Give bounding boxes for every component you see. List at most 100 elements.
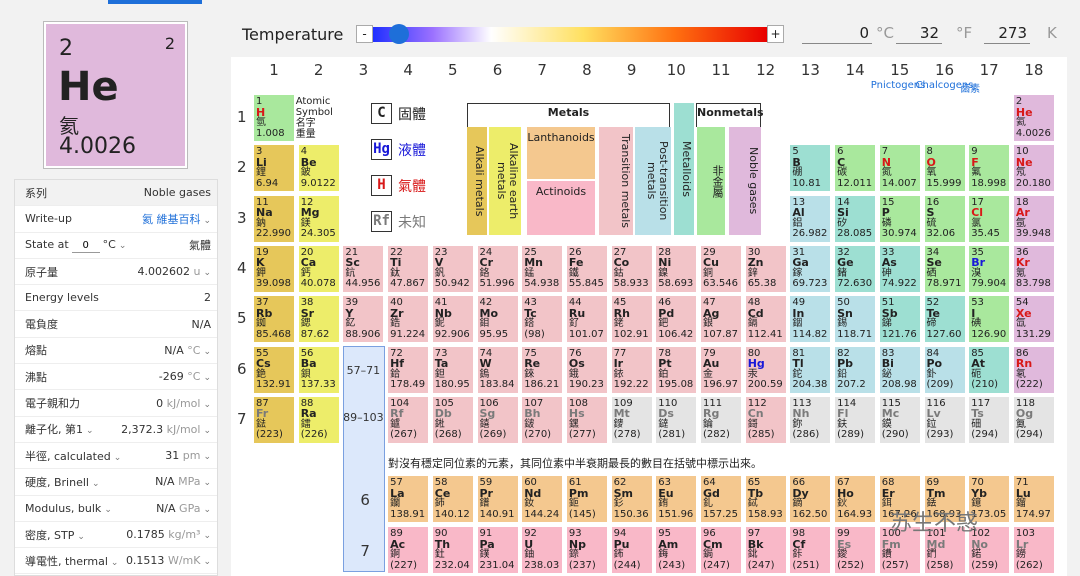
property-row[interactable]: 半徑, calculated ⌄ 31 pm ⌄ [15,443,217,470]
group-name-halogens[interactable]: 鹵素 [960,80,980,95]
state-unit-select[interactable]: °C [103,238,116,251]
element-sm[interactable]: 62 Sm 釤 150.36 [610,475,653,523]
element-c[interactable]: 6 C 碳 12.011 [834,144,877,193]
element-ru[interactable]: 44 Ru 釕 101.07 [565,295,608,344]
celsius-input[interactable]: 0 [802,24,872,44]
element-rn[interactable]: 86 Rn 氡 (222) [1012,345,1055,394]
element-ca[interactable]: 20 Ca 鈣 40.078 [297,244,340,293]
element-ne[interactable]: 10 Ne 氖 20.180 [1012,144,1055,193]
element-bk[interactable]: 97 Bk 鉳 (247) [744,526,787,574]
element-zr[interactable]: 40 Zr 鋯 91.224 [387,295,430,344]
element-na[interactable]: 11 Na 鈉 22.990 [253,194,295,243]
lanthanoid-range[interactable]: 57–71 [342,364,384,377]
element-rf[interactable]: 104 Rf 鑪 (267) [387,395,430,444]
element-ag[interactable]: 47 Ag 銀 107.87 [700,295,742,344]
element-dy[interactable]: 66 Dy 鏑 162.50 [789,475,832,523]
element-pd[interactable]: 46 Pd 鈀 106.42 [655,295,698,344]
fahrenheit-input[interactable]: 32 [896,24,942,44]
element-i[interactable]: 53 I 碘 126.90 [968,295,1011,344]
chevron-down-icon[interactable]: ⌄ [114,453,122,463]
element-se[interactable]: 34 Se 硒 78.971 [923,244,966,293]
element-lu[interactable]: 71 Lu 鎦 174.97 [1012,475,1055,523]
chevron-down-icon[interactable]: ⌄ [203,426,211,436]
legend-alkali-metals[interactable]: Alkali metals [467,127,487,235]
legend-noble-gases[interactable]: Noble gases [729,127,761,235]
element-k[interactable]: 19 K 鉀 39.098 [253,244,295,293]
chevron-down-icon[interactable]: ⌄ [203,505,211,515]
element-cd[interactable]: 48 Cd 鎘 112.41 [744,295,787,344]
element-fe[interactable]: 26 Fe 鐵 55.845 [565,244,608,293]
property-row[interactable]: 系列 Noble gases [15,180,217,207]
element-eu[interactable]: 63 Eu 銪 151.96 [655,475,698,523]
element-p[interactable]: 15 P 磷 30.974 [878,194,921,243]
property-row[interactable]: Write-up 氦 維基百科 ⌄ [15,206,217,233]
element-rh[interactable]: 45 Rh 銠 102.91 [610,295,653,344]
element-os[interactable]: 76 Os 鋨 190.23 [565,345,608,394]
element-re[interactable]: 75 Re 錸 186.21 [521,345,564,394]
element-hs[interactable]: 108 Hs 𨭆 (277) [565,395,608,444]
chevron-down-icon[interactable]: ⌄ [203,557,211,567]
element-co[interactable]: 27 Co 鈷 58.933 [610,244,653,293]
chevron-down-icon[interactable]: ⌄ [203,531,211,541]
legend-nonmetals[interactable]: 非金屬 [697,127,725,235]
property-value-text[interactable]: 氦 維基百科 [142,213,201,226]
element-si[interactable]: 14 Si 矽 28.085 [834,194,877,243]
element-as[interactable]: 33 As 砷 74.922 [878,244,921,293]
element-b[interactable]: 5 B 硼 10.81 [789,144,832,193]
element-db[interactable]: 105 Db 𨧀 (268) [431,395,474,444]
legend-alkaline-earth[interactable]: Alkaline earth metals [489,127,521,235]
element-nb[interactable]: 41 Nb 鈮 92.906 [431,295,474,344]
chevron-down-icon[interactable]: ⌄ [92,479,100,489]
chevron-down-icon[interactable]: ⌄ [104,505,112,515]
element-ts[interactable]: 117 Ts 鿬 (294) [968,395,1011,444]
temperature-decrease-button[interactable]: - [356,25,373,43]
legend-metalloids[interactable]: Metalloids [674,103,694,235]
element-po[interactable]: 84 Po 釙 (209) [923,345,966,394]
element-fr[interactable]: 87 Fr 鍅 (223) [253,395,295,444]
element-zn[interactable]: 30 Zn 鋅 65.38 [744,244,787,293]
chevron-down-icon[interactable]: ⌄ [203,400,211,410]
chevron-down-icon[interactable]: ⌄ [203,347,211,357]
element-f[interactable]: 9 F 氟 18.998 [968,144,1011,193]
element-ti[interactable]: 22 Ti 鈦 47.867 [387,244,430,293]
element-ar[interactable]: 18 Ar 氬 39.948 [1012,194,1055,243]
element-pu[interactable]: 94 Pu 鈽 (244) [610,526,653,574]
property-row[interactable]: 熔點 N/A °C ⌄ [15,338,217,365]
element-sc[interactable]: 21 Sc 鈧 44.956 [342,244,385,293]
element-li[interactable]: 3 Li 鋰 6.94 [253,144,295,193]
element-fl[interactable]: 114 Fl 鈇 (289) [834,395,877,444]
element-pt[interactable]: 78 Pt 鉑 195.08 [655,345,698,394]
element-at[interactable]: 85 At 砈 (210) [968,345,1011,394]
element-np[interactable]: 93 Np 錼 (237) [565,526,608,574]
element-ba[interactable]: 56 Ba 鋇 137.33 [297,345,340,394]
chevron-down-icon[interactable]: ⌄ [111,558,119,568]
element-ac[interactable]: 89 Ac 錒 (227) [387,526,430,574]
legend-post-transition[interactable]: Post-transition metals [635,127,671,235]
kelvin-input[interactable]: 273 [984,24,1030,44]
element-n[interactable]: 7 N 氮 14.007 [878,144,921,193]
chevron-down-icon[interactable]: ⌄ [77,532,85,542]
actinoid-range[interactable]: 89–103 [342,411,384,424]
element-tl[interactable]: 81 Tl 鉈 204.38 [789,345,832,394]
property-row[interactable]: 電負度 N/A [15,311,217,338]
element-nh[interactable]: 113 Nh 鉨 (286) [789,395,832,444]
element-rb[interactable]: 37 Rb 銣 85.468 [253,295,295,344]
element-pm[interactable]: 61 Pm 鉕 (145) [565,475,608,523]
element-th[interactable]: 90 Th 釷 232.04 [431,526,474,574]
element-lv[interactable]: 116 Lv 鉝 (293) [923,395,966,444]
element-br[interactable]: 35 Br 溴 79.904 [968,244,1011,293]
element-au[interactable]: 79 Au 金 196.97 [700,345,742,394]
element-mg[interactable]: 12 Mg 鎂 24.305 [297,194,340,243]
element-cf[interactable]: 98 Cf 鉲 (251) [789,526,832,574]
element-cs[interactable]: 55 Cs 銫 132.91 [253,345,295,394]
element-rg[interactable]: 111 Rg 錀 (282) [700,395,742,444]
element-sn[interactable]: 50 Sn 錫 118.71 [834,295,877,344]
element-bi[interactable]: 83 Bi 鉍 208.98 [878,345,921,394]
element-cl[interactable]: 17 Cl 氯 35.45 [968,194,1011,243]
element-bh[interactable]: 107 Bh 𨨏 (270) [521,395,564,444]
property-row[interactable]: State at °C⌄ 氣體 [15,233,217,259]
property-row[interactable]: 硬度, Brinell ⌄ N/A MPa ⌄ [15,469,217,496]
element-ds[interactable]: 110 Ds 鐽 (281) [655,395,698,444]
property-row[interactable]: 離子化, 第1 ⌄ 2,372.3 kJ/mol ⌄ [15,417,217,443]
element-kr[interactable]: 36 Kr 氪 83.798 [1012,244,1055,293]
